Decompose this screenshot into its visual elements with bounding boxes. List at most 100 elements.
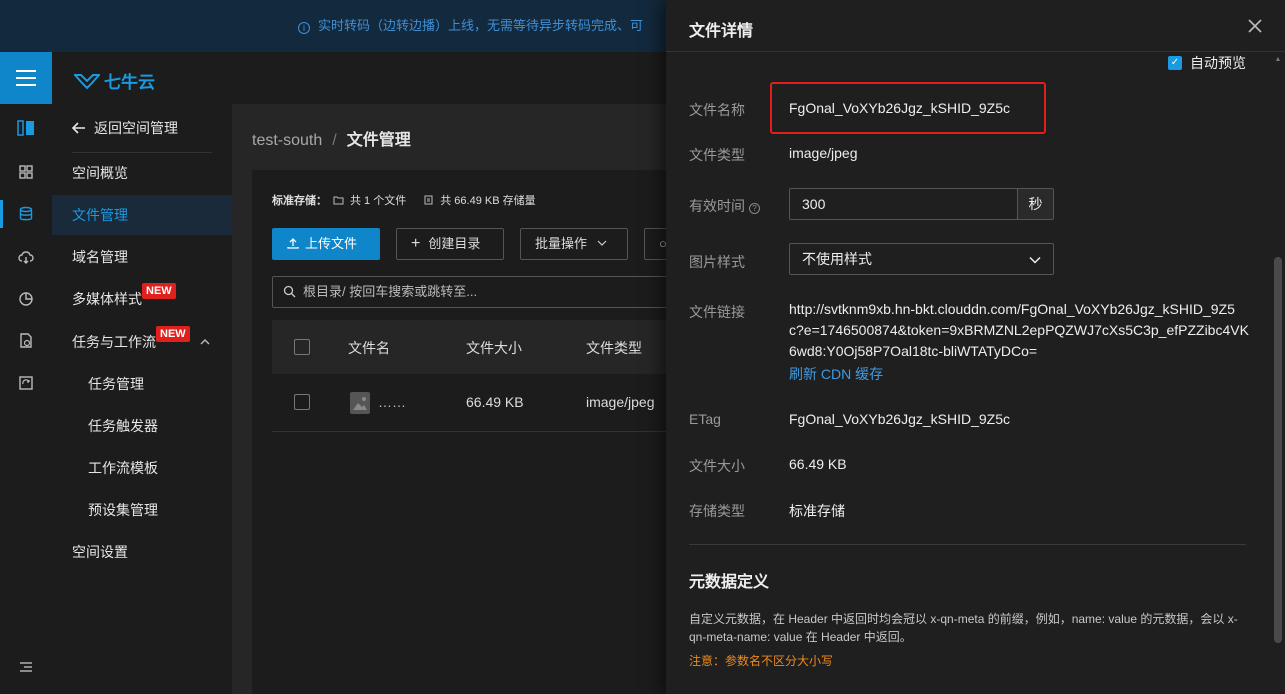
sidebar-item-bucket-settings[interactable]: 空间设置	[52, 532, 232, 572]
folder-icon	[333, 196, 344, 205]
logo-icon	[74, 73, 100, 89]
section-divider	[689, 544, 1246, 545]
plus-icon: +	[411, 235, 421, 252]
storage-stats: 标准存储： 共 1 个文件 共 66.49 KB 存储量	[272, 192, 536, 208]
column-header-type[interactable]: 文件类型	[586, 338, 642, 358]
refresh-button[interactable]: ○	[644, 228, 666, 260]
scrollbar-thumb[interactable]	[1274, 257, 1282, 643]
expire-time-input[interactable]: 300	[789, 188, 1018, 220]
file-link-label: 文件链接	[689, 304, 745, 320]
sidebar-item-label: 任务与工作流	[72, 334, 156, 350]
file-list-card: 标准存储： 共 1 个文件 共 66.49 KB 存储量 上传文件 + 创建目录 …	[252, 170, 666, 694]
rail-item-overview[interactable]	[0, 108, 52, 148]
batch-label: 批量操作	[535, 236, 588, 251]
logo-text: 七牛云	[104, 73, 155, 92]
drawer-title: 文件详情	[689, 23, 754, 40]
sidebar-item-media-styles[interactable]: 多媒体样式 NEW	[52, 279, 232, 319]
image-style-label: 图片样式	[689, 254, 745, 270]
auto-preview-checkbox[interactable]: ✓ 自动预览	[1168, 53, 1246, 73]
upload-button[interactable]: 上传文件	[272, 228, 380, 260]
sidebar-item-task-triggers[interactable]: 任务触发器	[52, 406, 232, 446]
file-search-icon	[20, 333, 32, 348]
image-style-select[interactable]: 不使用样式	[789, 243, 1054, 275]
file-link-value[interactable]: http://svtknm9xb.hn-bkt.clouddn.com/FgOn…	[789, 299, 1249, 362]
image-style-value: 不使用样式	[802, 251, 872, 267]
chevron-up-icon	[200, 322, 210, 362]
file-name-label: 文件名称	[689, 102, 745, 118]
rail-item-storage[interactable]	[0, 194, 52, 234]
app-root: i 实时转码（边转边播）上线，无需等待异步转码完成、可 七牛云 返回空间管理 空…	[0, 0, 1285, 694]
sidebar-item-task-management[interactable]: 任务管理	[52, 364, 232, 404]
file-name-cell[interactable]: ……	[378, 394, 406, 410]
sidebar-item-overview[interactable]: 空间概览	[52, 153, 232, 193]
rail-item-stats[interactable]	[0, 279, 52, 319]
refresh-icon: ○	[659, 236, 666, 251]
main-content: test-south / 文件管理 标准存储： 共 1 个文件 共 66.49 KB…	[232, 104, 666, 694]
grid-icon	[19, 165, 33, 179]
drawer-scrollbar[interactable]: ▲	[1272, 52, 1285, 694]
file-type-label: 文件类型	[689, 147, 745, 163]
image-thumbnail-icon	[350, 392, 370, 414]
metadata-note: 注意：参数名不区分大小写	[689, 654, 834, 668]
search-input[interactable]: 根目录/ 按回车搜索或跳转至...	[272, 276, 666, 308]
file-size-cell: 66.49 KB	[466, 394, 524, 410]
rail-item-tasks[interactable]	[0, 363, 52, 403]
metadata-description: 自定义元数据，在 Header 中返回时均会冠以 x-qn-meta 的前缀，例…	[689, 612, 1238, 644]
column-header-name[interactable]: 文件名	[348, 338, 390, 358]
storage-type-label: 标准存储：	[272, 195, 327, 207]
rail-item-cdn[interactable]	[0, 237, 52, 277]
sidebar-item-file-management[interactable]: 文件管理	[52, 195, 232, 235]
close-icon[interactable]	[1248, 14, 1262, 38]
new-badge: NEW	[142, 283, 176, 299]
refresh-cdn-link[interactable]: 刷新 CDN 缓存	[789, 364, 883, 384]
create-directory-button[interactable]: + 创建目录	[396, 228, 504, 260]
sidebar-item-workflow-templates[interactable]: 工作流模板	[52, 448, 232, 488]
cloud-icon	[18, 251, 34, 264]
expire-label-text: 有效时间	[689, 198, 745, 214]
storage-type-label: 存储类型	[689, 503, 745, 519]
etag-value: FgOnal_VoXYb26Jgz_kSHID_9Z5c	[789, 411, 1011, 427]
etag-label: ETag	[689, 411, 721, 427]
new-badge: NEW	[156, 326, 190, 342]
breadcrumb-bucket[interactable]: test-south	[252, 132, 322, 149]
batch-operations-dropdown[interactable]: 批量操作	[520, 228, 628, 260]
row-checkbox[interactable]	[294, 394, 310, 410]
column-header-size[interactable]: 文件大小	[466, 338, 522, 358]
table-row[interactable]: …… 66.49 KB image/jpeg	[272, 374, 666, 432]
menu-icon[interactable]	[0, 52, 52, 104]
sidebar-item-presets[interactable]: 预设集管理	[52, 490, 232, 530]
breadcrumb: test-south / 文件管理	[252, 126, 411, 150]
back-label: 返回空间管理	[94, 120, 178, 136]
file-size-label: 文件大小	[689, 458, 745, 474]
storage-icon	[424, 195, 433, 205]
help-icon[interactable]: ?	[749, 203, 760, 214]
icon-rail	[0, 104, 52, 694]
rail-collapse[interactable]	[0, 647, 52, 687]
breadcrumb-current: 文件管理	[346, 132, 411, 149]
back-to-buckets-link[interactable]: 返回空间管理	[72, 118, 178, 138]
search-placeholder: 根目录/ 按回车搜索或跳转至...	[303, 284, 478, 299]
create-dir-label: 创建目录	[428, 236, 481, 251]
info-icon: i	[298, 22, 310, 34]
expire-unit: 秒	[1017, 188, 1054, 220]
rail-item-security[interactable]	[0, 321, 52, 361]
expire-time-label: 有效时间?	[689, 196, 760, 216]
file-type-value: image/jpeg	[789, 145, 858, 161]
breadcrumb-separator: /	[332, 132, 337, 149]
chevron-down-icon	[1029, 244, 1041, 274]
brand-logo[interactable]: 七牛云	[74, 68, 155, 93]
sidebar: 返回空间管理 空间概览 文件管理 域名管理 多媒体样式 NEW 任务与工作流 N…	[52, 104, 232, 694]
sync-icon	[19, 376, 33, 390]
file-size-value: 66.49 KB	[789, 456, 847, 472]
rail-item-grid[interactable]	[0, 152, 52, 192]
upload-icon	[287, 238, 299, 249]
sidebar-item-tasks-workflows[interactable]: 任务与工作流 NEW	[52, 322, 232, 362]
select-all-checkbox[interactable]	[294, 339, 310, 355]
collapse-menu-icon	[20, 662, 32, 672]
panel-icon	[17, 120, 34, 136]
drawer-header: 文件详情	[666, 0, 1285, 52]
sidebar-item-domains[interactable]: 域名管理	[52, 237, 232, 277]
file-count: 共 1 个文件	[350, 195, 407, 207]
storage-type-value: 标准存储	[789, 503, 845, 519]
scroll-up-icon[interactable]: ▲	[1274, 56, 1282, 63]
